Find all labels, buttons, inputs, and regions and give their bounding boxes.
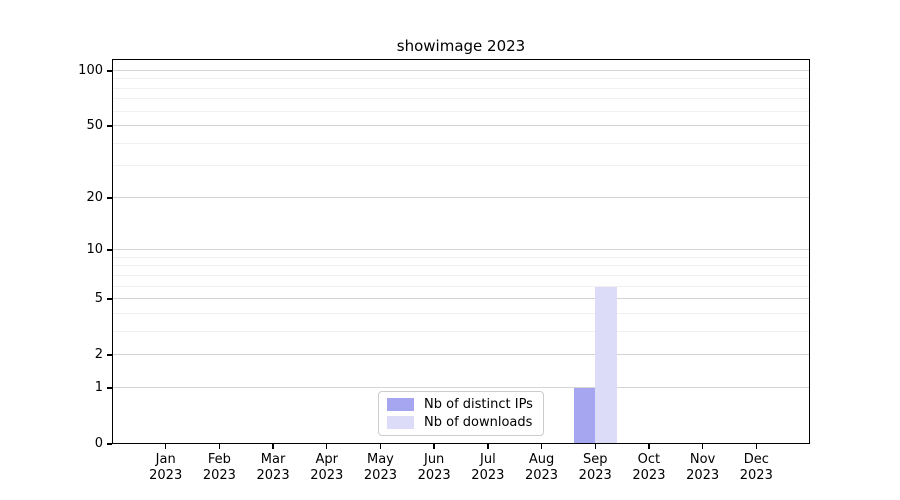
gridline-major [112,125,810,127]
x-tick-mark [218,444,221,449]
y-tick-label: 20 [86,189,103,205]
x-tick-label: Nov 2023 [686,452,720,483]
gridline-major [112,386,810,388]
x-tick-label: Apr 2023 [310,452,344,483]
gridline-minor [112,78,810,80]
x-tick-label: May 2023 [363,452,397,483]
y-tick-label: 0 [94,436,103,451]
bar-nb-of-downloads [595,286,617,444]
x-tick-label: Mar 2023 [256,452,290,483]
x-tick-mark [701,444,704,449]
plot-area [112,59,810,444]
x-tick-mark [540,444,543,449]
x-tick-mark [487,444,489,449]
y-tick-label: 1 [94,379,103,395]
gridline-major [112,249,810,251]
x-tick-label: Oct 2023 [632,452,666,483]
gridline-minor [112,142,810,144]
gridline-minor [112,330,810,332]
x-tick-label: Jun 2023 [417,452,451,483]
x-tick-mark [164,444,167,449]
gridline-minor [112,285,810,287]
legend-label: Nb of downloads [424,414,533,430]
x-tick-label: Dec 2023 [739,452,773,483]
x-tick-mark [379,444,382,449]
chart-title: showimage 2023 [396,37,526,55]
gridline-major [112,69,810,71]
legend-row: Nb of distinct IPs [387,396,534,413]
y-tick-label: 100 [78,62,103,78]
y-tick-label: 5 [94,291,103,307]
x-tick-mark [433,444,435,449]
x-tick-label: Jan 2023 [149,452,183,483]
legend-swatch [387,415,414,429]
y-tick-label: 10 [86,242,103,258]
gridline-minor [112,98,810,100]
x-tick-label: Sep 2023 [578,452,612,483]
gridline-minor [112,110,810,112]
x-tick-label: Aug 2023 [524,452,559,483]
y-tick-label: 2 [94,347,103,363]
gridline-minor [112,265,810,267]
gridline-minor [112,165,810,167]
chart-figure: showimage 2023 0 1 2 5 10 20 50 100 Jan 2023 Feb… [0,0,900,500]
gridline-minor [112,274,810,276]
x-tick-mark [594,444,596,449]
gridline-minor [112,256,810,258]
gridline-major [112,298,810,300]
bar-nb-of-distinct-ips [573,387,596,444]
x-tick-mark [272,444,274,449]
y-tick-mark [107,443,112,445]
gridline-minor [112,312,810,314]
x-tick-mark [648,444,650,449]
x-tick-label: Feb 2023 [202,452,236,483]
x-tick-mark [326,444,328,449]
x-tick-label: Jul 2023 [471,452,505,483]
legend: Nb of distinct IPs Nb of downloads [378,391,544,436]
gridline-minor [112,87,810,89]
x-tick-mark [755,444,757,449]
legend-swatch [387,398,414,412]
legend-label: Nb of distinct IPs [424,397,533,413]
y-tick-label: 50 [86,118,103,134]
gridline-major [112,196,810,198]
legend-row: Nb of downloads [387,414,534,431]
gridline-major [112,354,810,356]
